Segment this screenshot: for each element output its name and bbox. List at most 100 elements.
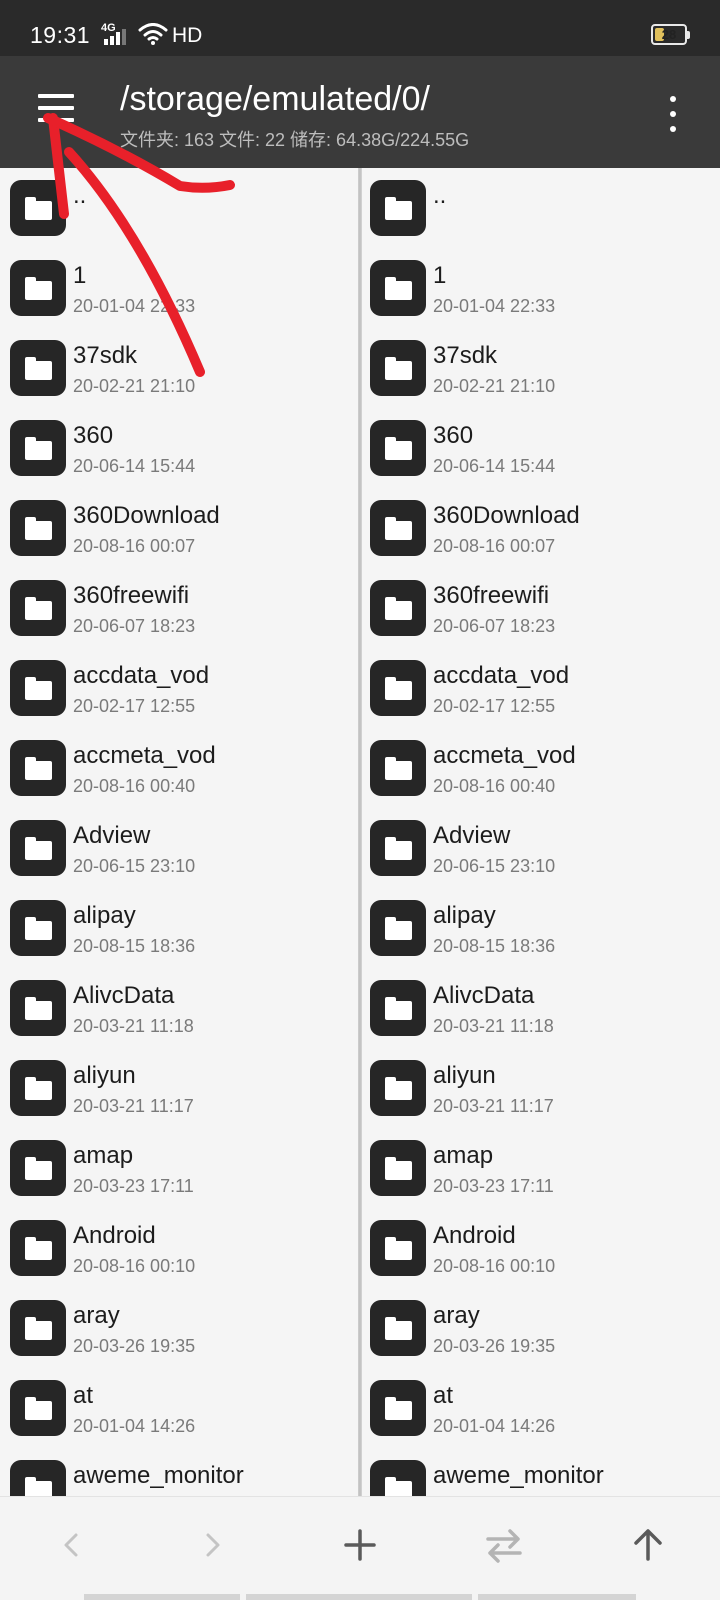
file-date: 20-06-14 15:44 xyxy=(73,456,196,476)
file-date: 20-06-15 23:10 xyxy=(73,856,196,876)
chevron-left-icon[interactable] xyxy=(40,1513,104,1577)
file-list-item[interactable]: accdata_vod 20-02-17 12:55 xyxy=(0,648,360,728)
file-list-item[interactable]: aweme_monitor xyxy=(0,1448,360,1496)
file-list-item[interactable]: Adview 20-06-15 23:10 xyxy=(362,808,720,888)
file-name: alipay xyxy=(433,902,496,929)
overflow-menu-icon[interactable] xyxy=(655,94,691,134)
file-name: alipay xyxy=(73,902,136,929)
file-list-item[interactable]: accdata_vod 20-02-17 12:55 xyxy=(362,648,720,728)
file-list-item[interactable]: AlivcData 20-03-21 11:18 xyxy=(362,968,720,1048)
file-date: 20-02-21 21:10 xyxy=(73,376,196,396)
file-date: 20-03-21 11:18 xyxy=(73,1016,194,1036)
file-list-item[interactable]: amap 20-03-23 17:11 xyxy=(362,1128,720,1208)
file-list-item[interactable]: 1 20-01-04 22:33 xyxy=(362,248,720,328)
file-list-item[interactable]: aweme_monitor xyxy=(362,1448,720,1496)
file-list-item[interactable]: aliyun 20-03-21 11:17 xyxy=(0,1048,360,1128)
file-date: 20-06-07 18:23 xyxy=(73,616,196,636)
file-date: 20-06-07 18:23 xyxy=(433,616,556,636)
folder-icon xyxy=(370,1140,426,1196)
file-list-item[interactable]: AlivcData 20-03-21 11:18 xyxy=(0,968,360,1048)
file-list-item[interactable]: 360 20-06-14 15:44 xyxy=(0,408,360,488)
app-toolbar: /storage/emulated/0/ 文件夹: 163 文件: 22 储存:… xyxy=(0,56,720,168)
left-file-pane[interactable]: .. 1 20-01-04 22:33 37sdk 20-02-21 21:10 360 2… xyxy=(0,168,360,1496)
folder-icon xyxy=(370,660,426,716)
file-list-item[interactable]: Android 20-08-16 00:10 xyxy=(0,1208,360,1288)
file-date: 20-01-04 22:33 xyxy=(433,296,556,316)
file-date: 20-08-16 00:10 xyxy=(433,1256,556,1276)
file-list-item[interactable]: 37sdk 20-02-21 21:10 xyxy=(362,328,720,408)
folder-icon xyxy=(370,1460,426,1496)
file-name: Adview xyxy=(73,822,151,849)
file-name: amap xyxy=(433,1142,494,1169)
folder-icon xyxy=(10,1140,66,1196)
file-name: accmeta_vod xyxy=(73,742,216,769)
file-name: 1 xyxy=(433,262,447,289)
battery-nub xyxy=(687,31,690,39)
storage-stats: 文件夹: 163 文件: 22 储存: 64.38G/224.55G xyxy=(120,130,470,150)
file-name: 360freewifi xyxy=(73,582,190,609)
file-list-item[interactable]: aray 20-03-26 19:35 xyxy=(362,1288,720,1368)
file-name: 360Download xyxy=(433,502,580,529)
file-date: 20-02-17 12:55 xyxy=(73,696,196,716)
file-list-item[interactable]: alipay 20-08-15 18:36 xyxy=(0,888,360,968)
folder-icon xyxy=(10,660,66,716)
folder-icon xyxy=(370,1220,426,1276)
folder-icon xyxy=(10,820,66,876)
file-list-item[interactable]: amap 20-03-23 17:11 xyxy=(0,1128,360,1208)
file-list-item[interactable]: at 20-01-04 14:26 xyxy=(362,1368,720,1448)
folder-icon xyxy=(10,1060,66,1116)
file-date: 20-02-17 12:55 xyxy=(433,696,556,716)
folder-icon xyxy=(370,500,426,556)
folder-icon xyxy=(370,820,426,876)
file-list-item[interactable]: 360Download 20-08-16 00:07 xyxy=(0,488,360,568)
folder-icon xyxy=(10,260,66,316)
file-date: 20-03-26 19:35 xyxy=(73,1336,196,1356)
file-list-item[interactable]: accmeta_vod 20-08-16 00:40 xyxy=(362,728,720,808)
file-name: 37sdk xyxy=(433,342,498,369)
file-name: amap xyxy=(73,1142,134,1169)
file-name: 360 xyxy=(433,422,474,449)
file-date: 20-03-21 11:17 xyxy=(73,1096,194,1116)
file-list-item[interactable]: Adview 20-06-15 23:10 xyxy=(0,808,360,888)
file-name: aliyun xyxy=(433,1062,496,1089)
file-list-item[interactable]: accmeta_vod 20-08-16 00:40 xyxy=(0,728,360,808)
folder-icon xyxy=(10,340,66,396)
file-name: at xyxy=(73,1382,94,1409)
chevron-right-icon[interactable] xyxy=(180,1513,244,1577)
file-date: 20-03-23 17:11 xyxy=(73,1176,194,1196)
home-indicator-segment xyxy=(478,1594,636,1600)
folder-icon xyxy=(370,340,426,396)
file-list-item[interactable]: Android 20-08-16 00:10 xyxy=(362,1208,720,1288)
folder-icon xyxy=(370,740,426,796)
file-list-item[interactable]: 1 20-01-04 22:33 xyxy=(0,248,360,328)
file-name: .. xyxy=(433,182,447,209)
file-list-item[interactable]: at 20-01-04 14:26 xyxy=(0,1368,360,1448)
swap-icon[interactable] xyxy=(472,1513,536,1577)
arrow-up-icon[interactable] xyxy=(616,1513,680,1577)
file-list-item[interactable]: .. xyxy=(362,168,720,248)
file-date: 20-06-14 15:44 xyxy=(433,456,556,476)
file-list-item[interactable]: 360freewifi 20-06-07 18:23 xyxy=(0,568,360,648)
file-list-item[interactable]: 360freewifi 20-06-07 18:23 xyxy=(362,568,720,648)
file-list-item[interactable]: alipay 20-08-15 18:36 xyxy=(362,888,720,968)
file-list-item[interactable]: .. xyxy=(0,168,360,248)
folder-icon xyxy=(10,740,66,796)
bottom-navigation-bar xyxy=(0,1496,720,1600)
file-name: AlivcData xyxy=(73,982,175,1009)
file-list-item[interactable]: aray 20-03-26 19:35 xyxy=(0,1288,360,1368)
file-list-item[interactable]: aliyun 20-03-21 11:17 xyxy=(362,1048,720,1128)
status-time: 19:31 xyxy=(30,22,91,48)
file-list-item[interactable]: 37sdk 20-02-21 21:10 xyxy=(0,328,360,408)
plus-icon[interactable] xyxy=(328,1513,392,1577)
hamburger-menu-icon[interactable] xyxy=(24,78,88,142)
folder-icon xyxy=(10,420,66,476)
file-list-item[interactable]: 360 20-06-14 15:44 xyxy=(362,408,720,488)
folder-icon xyxy=(10,1220,66,1276)
folder-icon xyxy=(10,1460,66,1496)
folder-icon xyxy=(370,260,426,316)
right-file-pane[interactable]: .. 1 20-01-04 22:33 37sdk 20-02-21 21:10 360 2… xyxy=(362,168,720,1496)
file-name: accdata_vod xyxy=(73,662,210,689)
file-name: Android xyxy=(433,1222,516,1249)
folder-icon xyxy=(370,180,426,236)
file-list-item[interactable]: 360Download 20-08-16 00:07 xyxy=(362,488,720,568)
